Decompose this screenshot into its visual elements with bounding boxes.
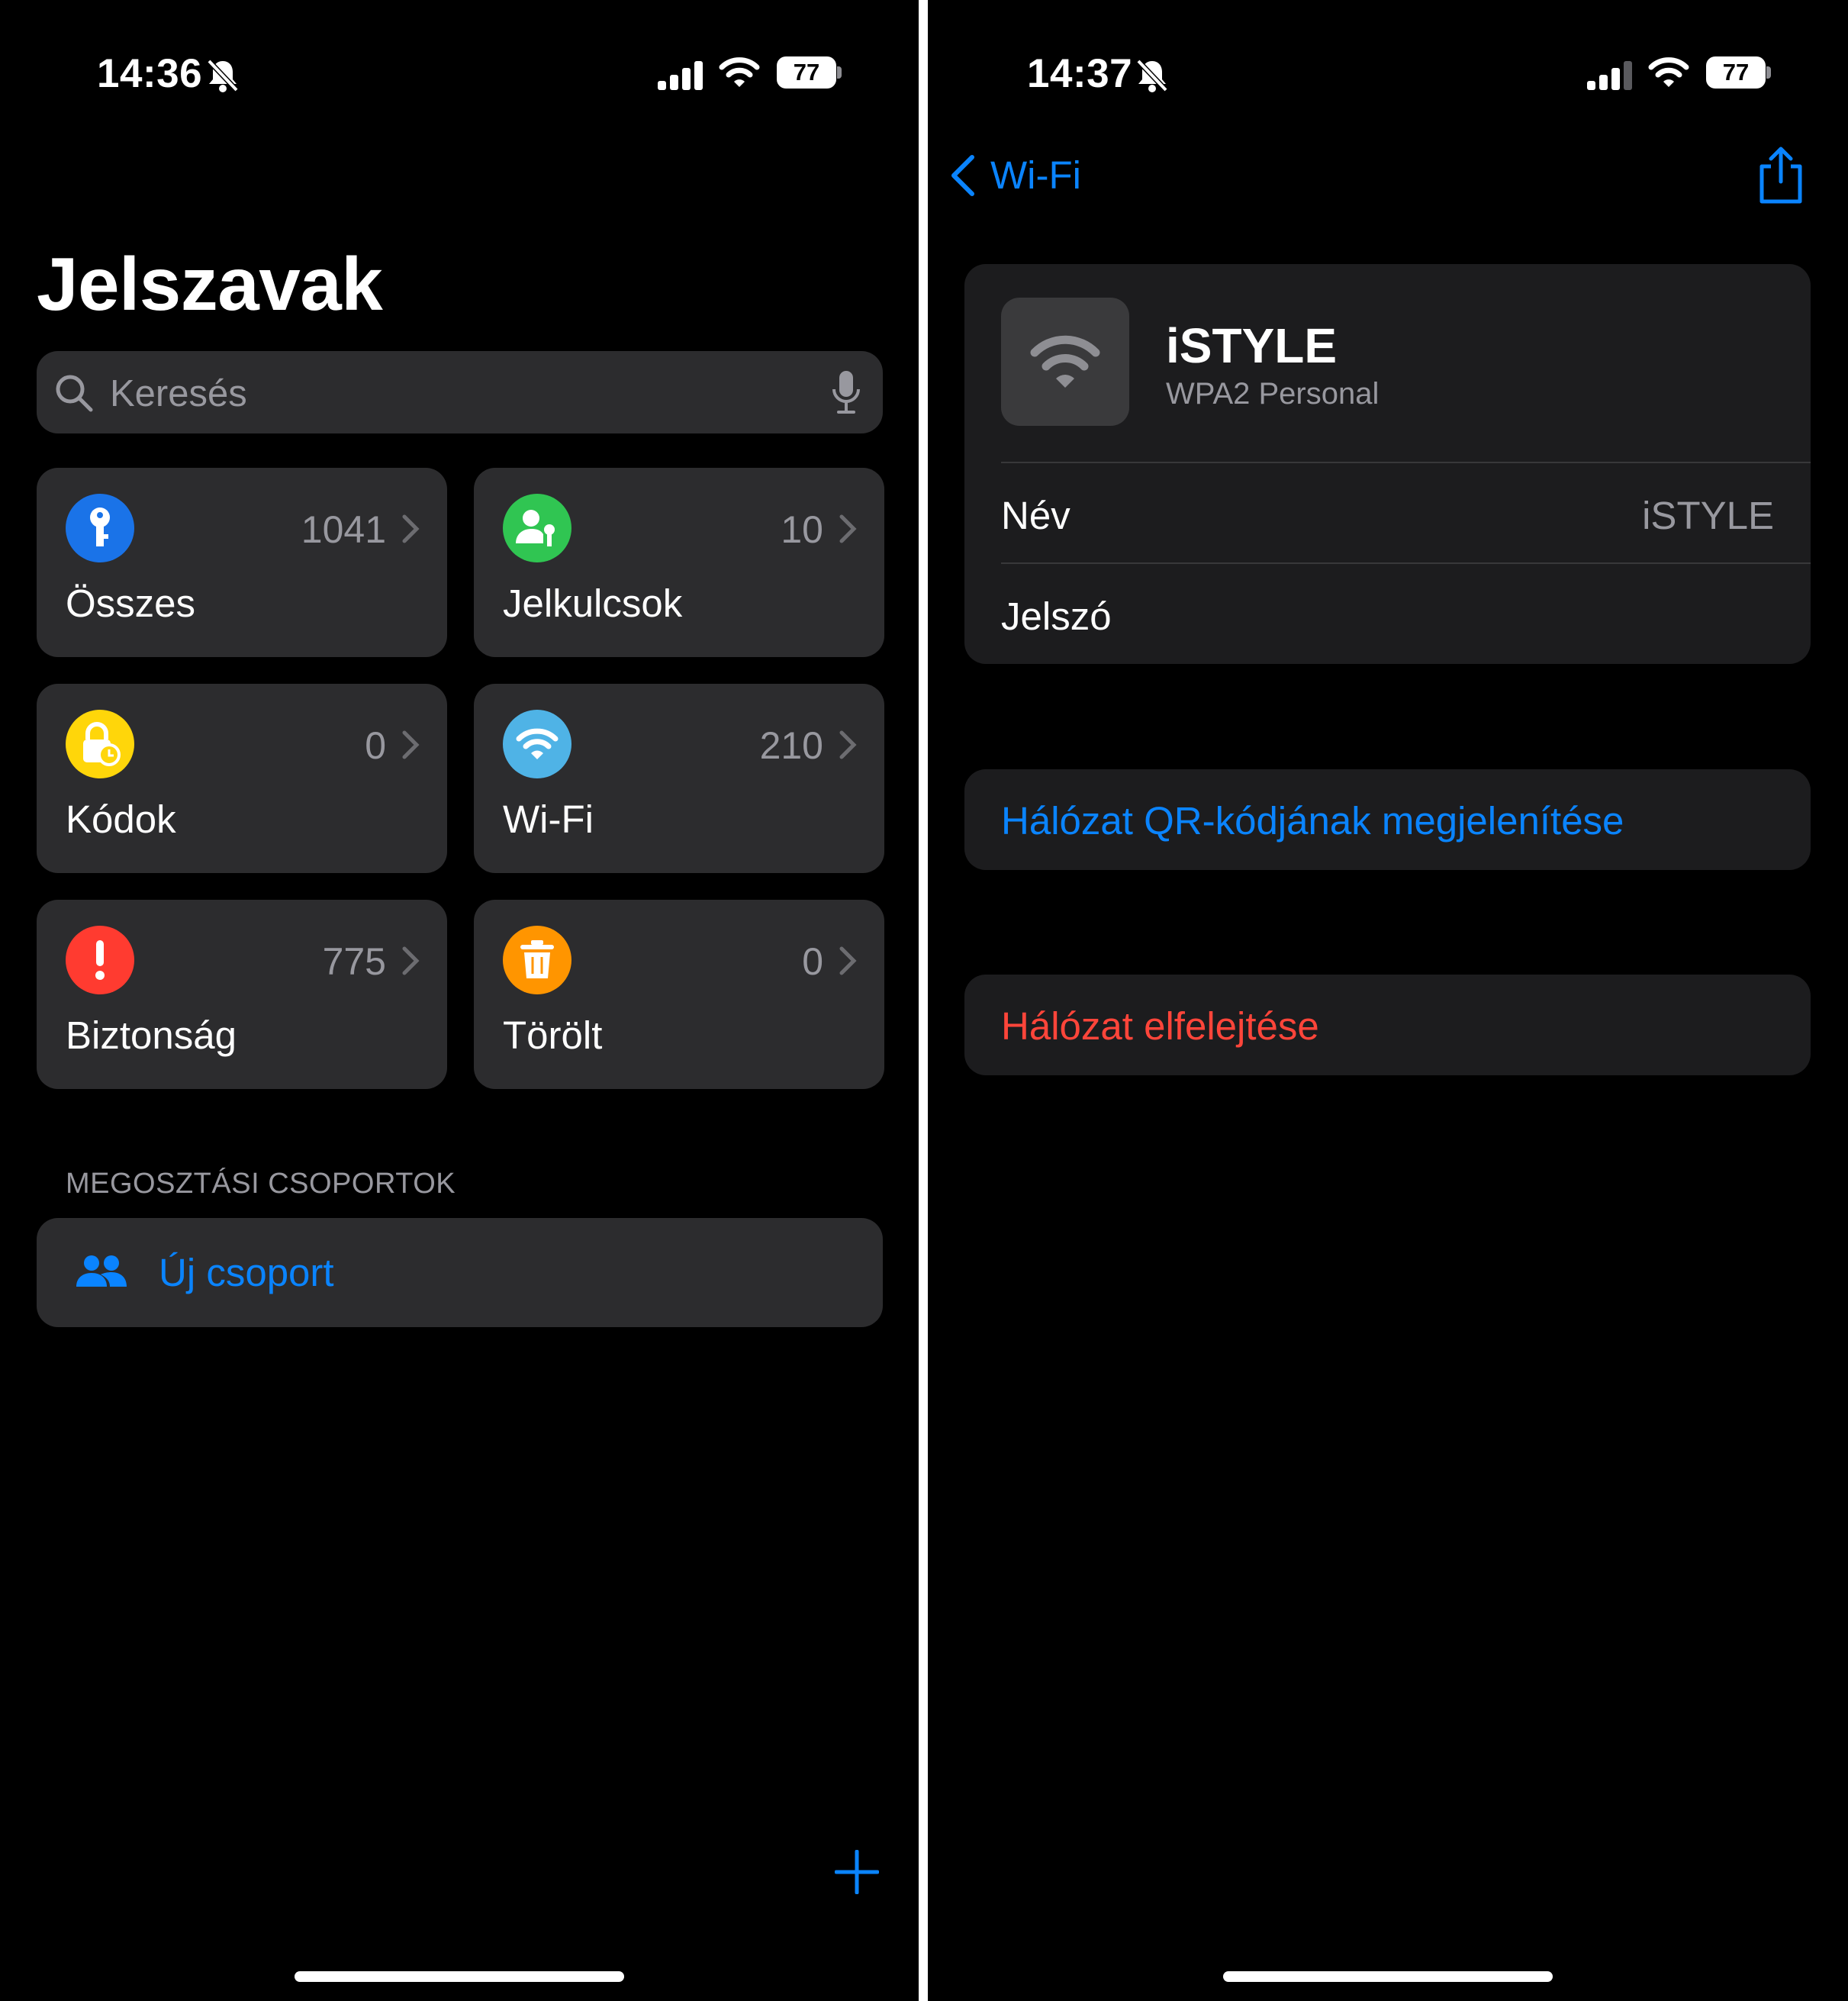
- wifi-detail-screen: 14:37 77 Wi-Fi iSTYLE WPA2 Personal Név …: [928, 0, 1848, 2001]
- share-icon[interactable]: [1757, 147, 1805, 205]
- search-input[interactable]: Keresés: [110, 372, 247, 415]
- battery-tip: [1766, 66, 1771, 79]
- bell-slash-icon: [1136, 59, 1168, 92]
- back-label: Wi-Fi: [990, 153, 1081, 197]
- chevron-right-icon: [402, 730, 420, 759]
- exclamation-icon: [66, 926, 134, 994]
- cellular-signal-icon: [1587, 61, 1632, 90]
- name-row-value: iSTYLE: [1642, 494, 1774, 537]
- category-tile-codes[interactable]: 0 Kódok: [37, 684, 447, 873]
- tile-count: 0: [802, 940, 823, 983]
- search-icon: [56, 375, 93, 412]
- network-wifi-icon: [1001, 298, 1129, 426]
- page-title: Jelszavak: [37, 242, 383, 326]
- category-tile-passkeys[interactable]: 10 Jelkulcsok: [474, 468, 884, 657]
- new-group-label: Új csoport: [159, 1251, 334, 1294]
- section-header: MEGOSZTÁSI CSOPORTOK: [66, 1168, 456, 1200]
- network-name-title: iSTYLE: [1166, 318, 1338, 373]
- network-security: WPA2 Personal: [1166, 377, 1380, 411]
- chevron-right-icon: [839, 514, 857, 543]
- bell-slash-icon: [207, 59, 239, 92]
- lock-clock-icon: [66, 710, 134, 778]
- tile-count: 0: [365, 724, 386, 767]
- battery-indicator: 77: [777, 56, 836, 89]
- category-tile-deleted[interactable]: 0 Törölt: [474, 900, 884, 1089]
- cellular-signal-icon: [658, 61, 703, 90]
- password-row-label[interactable]: Jelszó: [1001, 594, 1112, 639]
- forget-network-button[interactable]: Hálózat elfelejtése: [964, 975, 1811, 1075]
- tile-label: Wi-Fi: [503, 798, 594, 841]
- tile-label: Biztonság: [66, 1013, 237, 1057]
- wifi-status-icon: [1648, 57, 1689, 87]
- tile-count: 1041: [301, 508, 386, 551]
- tile-count: 10: [781, 508, 823, 551]
- status-time: 14:36: [97, 51, 203, 96]
- category-tile-wifi[interactable]: 210 Wi-Fi: [474, 684, 884, 873]
- tile-count: 210: [759, 724, 823, 767]
- microphone-icon[interactable]: [831, 369, 861, 415]
- chevron-right-icon: [839, 946, 857, 975]
- new-group-button[interactable]: Új csoport: [37, 1218, 883, 1327]
- chevron-left-icon: [951, 154, 974, 196]
- tile-label: Összes: [66, 582, 196, 625]
- key-icon: [66, 494, 134, 562]
- battery-indicator: 77: [1706, 56, 1766, 89]
- home-indicator[interactable]: [295, 1971, 624, 1982]
- tile-label: Törölt: [503, 1013, 603, 1057]
- network-card: iSTYLE WPA2 Personal Név iSTYLE Jelszó: [964, 264, 1811, 664]
- category-tile-security[interactable]: 775 Biztonság: [37, 900, 447, 1089]
- wifi-status-icon: [719, 57, 760, 87]
- wifi-icon: [503, 710, 571, 778]
- divider: [1001, 562, 1811, 564]
- back-button[interactable]: Wi-Fi: [949, 153, 1081, 198]
- trash-icon: [503, 926, 571, 994]
- people-icon: [76, 1255, 127, 1287]
- name-row-label: Név: [1001, 494, 1070, 537]
- home-indicator[interactable]: [1223, 1971, 1553, 1982]
- chevron-right-icon: [839, 730, 857, 759]
- show-qr-label: Hálózat QR-kódjának megjelenítése: [1001, 799, 1624, 843]
- passwords-screen: 14:36 77 Jelszavak Keresés 1041 Összes 1…: [0, 0, 919, 2001]
- category-tile-all[interactable]: 1041 Összes: [37, 468, 447, 657]
- chevron-right-icon: [402, 514, 420, 543]
- status-time: 14:37: [1027, 51, 1133, 96]
- battery-tip: [837, 66, 842, 79]
- divider: [1001, 462, 1811, 463]
- forget-network-label: Hálózat elfelejtése: [1001, 1004, 1319, 1048]
- tile-label: Jelkulcsok: [503, 582, 683, 625]
- passkey-icon: [503, 494, 571, 562]
- chevron-right-icon: [402, 946, 420, 975]
- tile-count: 775: [322, 940, 386, 983]
- tile-label: Kódok: [66, 798, 176, 841]
- add-icon[interactable]: [835, 1850, 879, 1894]
- show-qr-button[interactable]: Hálózat QR-kódjának megjelenítése: [964, 769, 1811, 870]
- search-bar[interactable]: Keresés: [37, 351, 883, 433]
